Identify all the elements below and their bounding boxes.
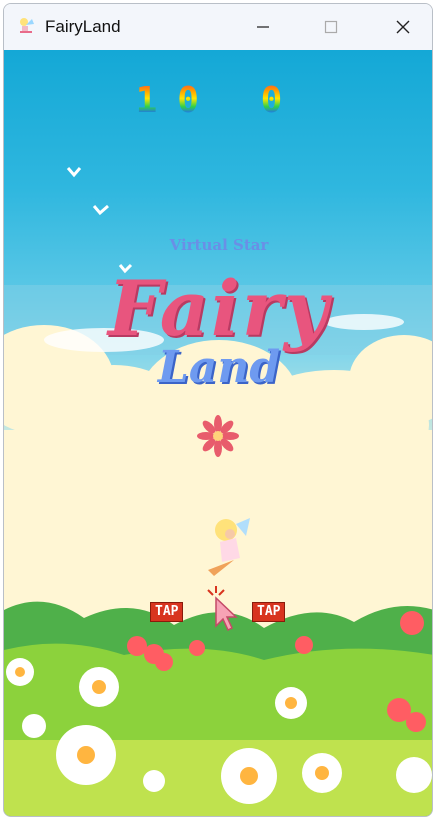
close-button[interactable] [380, 4, 426, 50]
maximize-icon [324, 20, 338, 34]
close-icon [396, 20, 410, 34]
background-scenery [4, 167, 432, 816]
tap-hint-right: TAP [252, 602, 286, 622]
game-subtitle: Virtual Star [169, 236, 269, 254]
game-title-land: Land [157, 342, 281, 393]
tap-hint-left: TAP [150, 602, 184, 622]
fairy-app-icon [20, 18, 34, 33]
app-window: FairyLand 10 0 Virtual Star Fairy Land T… [3, 3, 433, 817]
score-display: 10 0 [4, 80, 432, 121]
game-canvas[interactable]: 10 0 Virtual Star Fairy Land TAP TAP [4, 50, 432, 816]
minimize-button[interactable] [240, 4, 286, 50]
minimize-icon [257, 26, 269, 28]
title-bar[interactable]: FairyLand [4, 4, 432, 50]
window-title: FairyLand [45, 17, 121, 36]
score-right: 0 [260, 80, 303, 121]
birds [66, 167, 133, 274]
score-left: 10 [135, 80, 219, 121]
game-title-fairy: Fairy [107, 264, 331, 353]
maximize-button[interactable] [308, 4, 354, 50]
